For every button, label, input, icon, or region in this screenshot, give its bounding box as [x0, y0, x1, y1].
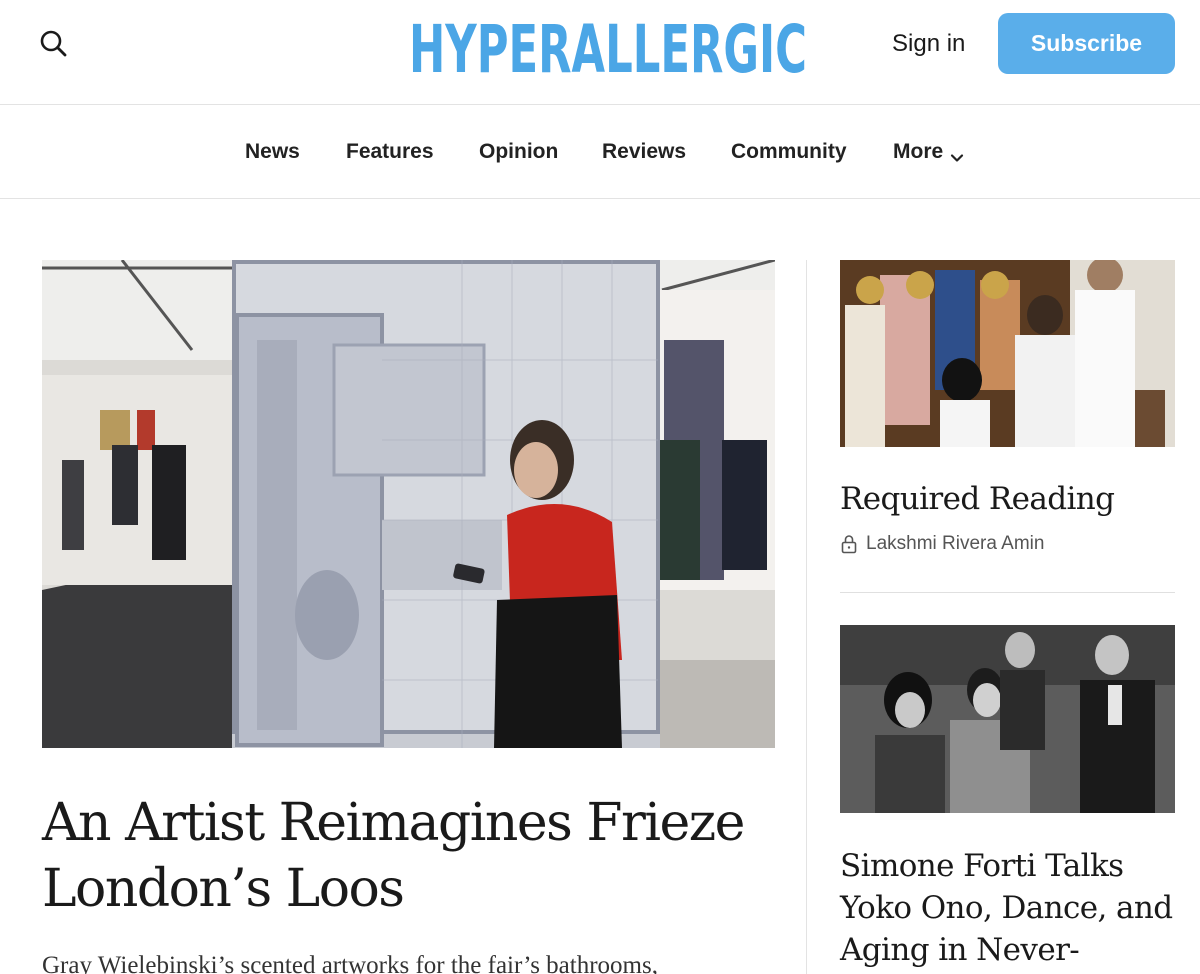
- svg-text:HYPERALLERGIC: HYPERALLERGIC: [409, 11, 807, 82]
- nav-item-news[interactable]: News: [245, 136, 300, 168]
- hero-title-line1: An Artist Reimagines Frieze: [42, 793, 745, 853]
- lock-icon: [840, 534, 858, 554]
- nav-item-opinion[interactable]: Opinion: [479, 136, 558, 168]
- sign-in-link[interactable]: Sign in: [892, 28, 965, 60]
- site-logo[interactable]: HYPERALLERGIC: [408, 6, 808, 82]
- chevron-down-icon: [949, 144, 965, 162]
- nav-item-community[interactable]: Community: [731, 136, 847, 168]
- nav-item-features[interactable]: Features: [346, 136, 434, 168]
- hero-title-line2: London’s Loos: [42, 859, 405, 919]
- sidebar-article-1-author[interactable]: Lakshmi Rivera Amin: [866, 533, 1044, 555]
- nav-item-reviews[interactable]: Reviews: [602, 136, 686, 168]
- subscribe-button[interactable]: Subscribe: [998, 13, 1175, 74]
- sidebar-article-2-title-line3: Aging in Never-: [840, 932, 1080, 968]
- hero-dek: Gray Wielebinski’s scented artworks for …: [42, 952, 658, 974]
- nav-item-more[interactable]: More: [893, 136, 965, 168]
- sidebar-article-2-title-line2: Yoko Ono, Dance, and: [840, 890, 1173, 926]
- column-divider: [806, 260, 807, 974]
- sidebar-article-1-title[interactable]: Required Reading: [840, 478, 1185, 520]
- sidebar-article-2-image[interactable]: [840, 625, 1175, 813]
- sidebar-article-2-title-line1: Simone Forti Talks: [840, 848, 1124, 884]
- hero-image[interactable]: [42, 260, 775, 748]
- sidebar-divider: [840, 592, 1175, 593]
- sidebar-article-1-image[interactable]: [840, 260, 1175, 447]
- search-icon[interactable]: [38, 28, 70, 60]
- main-nav: News Features Opinion Reviews Community …: [0, 106, 1200, 199]
- sidebar-article-2-title[interactable]: Simone Forti Talks Yoko Ono, Dance, and …: [840, 845, 1185, 971]
- site-header: HYPERALLERGIC Sign in Subscribe: [0, 0, 1200, 105]
- nav-more-label: More: [893, 140, 944, 163]
- sidebar-article-1-byline: Lakshmi Rivera Amin: [840, 533, 1044, 555]
- hero-title[interactable]: An Artist Reimagines Frieze London’s Loo…: [42, 790, 782, 922]
